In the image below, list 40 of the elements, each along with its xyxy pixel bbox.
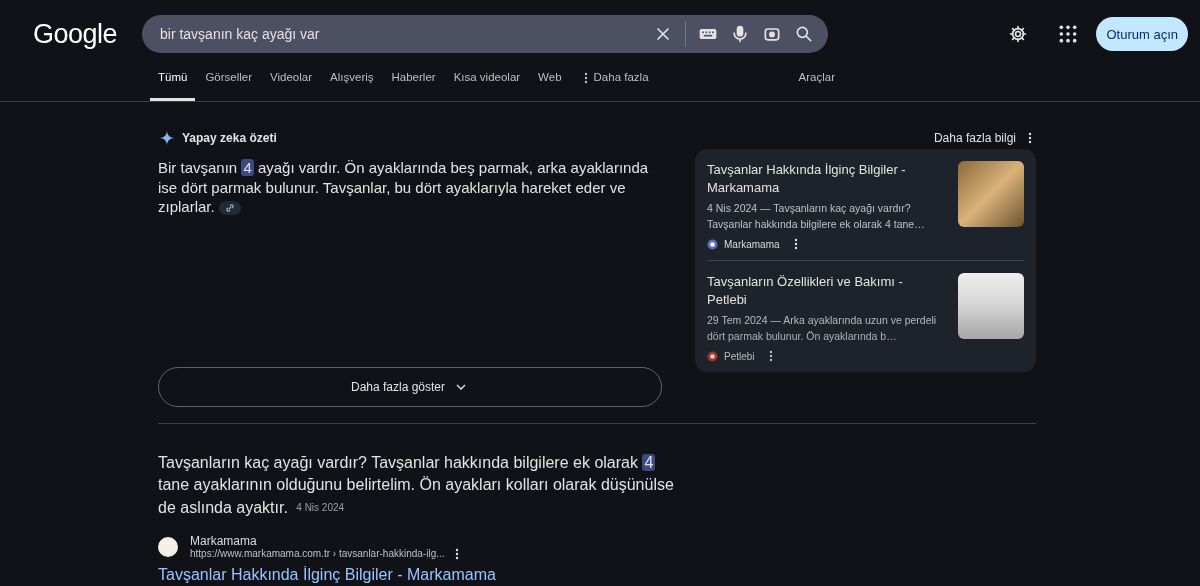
- search-icon[interactable]: [794, 24, 814, 44]
- source-site: Petlebi: [724, 350, 755, 362]
- ai-summary-text: Bir tavşanın 4 ayağı vardır. Ön ayaklarında beş parmak, arka ayaklarında ise dört parmak bulunur. Tavşanlar, bu dört ayaklarıyla hareket eder ve zıplarlar.: [158, 158, 650, 217]
- search-input[interactable]: bir tavşanın kaç ayağı var: [158, 25, 641, 43]
- more-vert-icon[interactable]: [583, 72, 588, 84]
- tab[interactable]: Tümü: [150, 68, 196, 101]
- tools-link[interactable]: Araçlar: [798, 68, 835, 101]
- result-title-link[interactable]: Tavşanlar Hakkında İlginç Bilgiler - Markamama: [158, 565, 678, 584]
- site-name: Markamama: [190, 533, 258, 548]
- search-field[interactable]: bir tavşanın kaç ayağı var: [142, 15, 828, 53]
- settings-icon[interactable]: [1008, 24, 1029, 44]
- tab[interactable]: Haberler: [383, 68, 444, 101]
- google-logo[interactable]: Google: [33, 18, 142, 50]
- more-vert-icon[interactable]: [793, 238, 798, 250]
- source-site: Markamama: [724, 238, 780, 250]
- source-snippet: 4 Nis 2024 — Tavşanların kaç ayağı vardır? Tavşanlar hakkında bilgilere ek olarak 4 tane…: [707, 201, 926, 232]
- snippet-date: 4 Nis 2024: [296, 502, 345, 513]
- apps-grid-icon[interactable]: [1058, 24, 1079, 44]
- section-title: Yapay zeka özeti: [182, 131, 277, 145]
- more-vert-icon[interactable]: [1028, 132, 1032, 144]
- more-tabs-link[interactable]: Daha fazla: [593, 71, 649, 83]
- tab[interactable]: Kısa videolar: [445, 68, 529, 101]
- microphone-icon[interactable]: [730, 24, 750, 44]
- site-favicon-icon: [158, 536, 178, 557]
- featured-snippet-text: Tavşanların kaç ayağı vardır? Tavşanlar hakkında bilgilere ek olarak 4 tane ayaklarının olduğunu belirtelim. Ön ayakları kolları olarak düşünülse de aslında ayaktır. 4 Nis 2024: [158, 452, 675, 518]
- tab[interactable]: Web: [530, 68, 570, 101]
- tab[interactable]: Videolar: [262, 68, 321, 101]
- source-snippet: 29 Tem 2024 — Arka ayaklarında uzun ve perdeli dört parmak bulunur. Ön ayaklarında b…: [707, 313, 938, 344]
- favicon-icon: [707, 350, 718, 362]
- tab[interactable]: Görseller: [197, 68, 261, 101]
- more-info-link[interactable]: Daha fazla bilgi: [933, 131, 1016, 145]
- source-title[interactable]: Tavşanlar Hakkında İlginç Bilgiler - Markamama: [707, 161, 946, 197]
- link-icon[interactable]: [218, 201, 241, 216]
- more-vert-icon[interactable]: [768, 350, 773, 362]
- site-url: https://www.markamama.com.tr › tavsanlar-hakkinda-ilg...: [190, 548, 445, 559]
- tab[interactable]: Alışveriş: [322, 68, 382, 101]
- favicon-icon: [707, 238, 718, 250]
- sign-in-button[interactable]: Oturum açın: [1096, 17, 1188, 51]
- source-title[interactable]: Tavşanların Özellikleri ve Bakımı - Petlebi: [707, 273, 946, 309]
- more-vert-icon[interactable]: [454, 547, 459, 560]
